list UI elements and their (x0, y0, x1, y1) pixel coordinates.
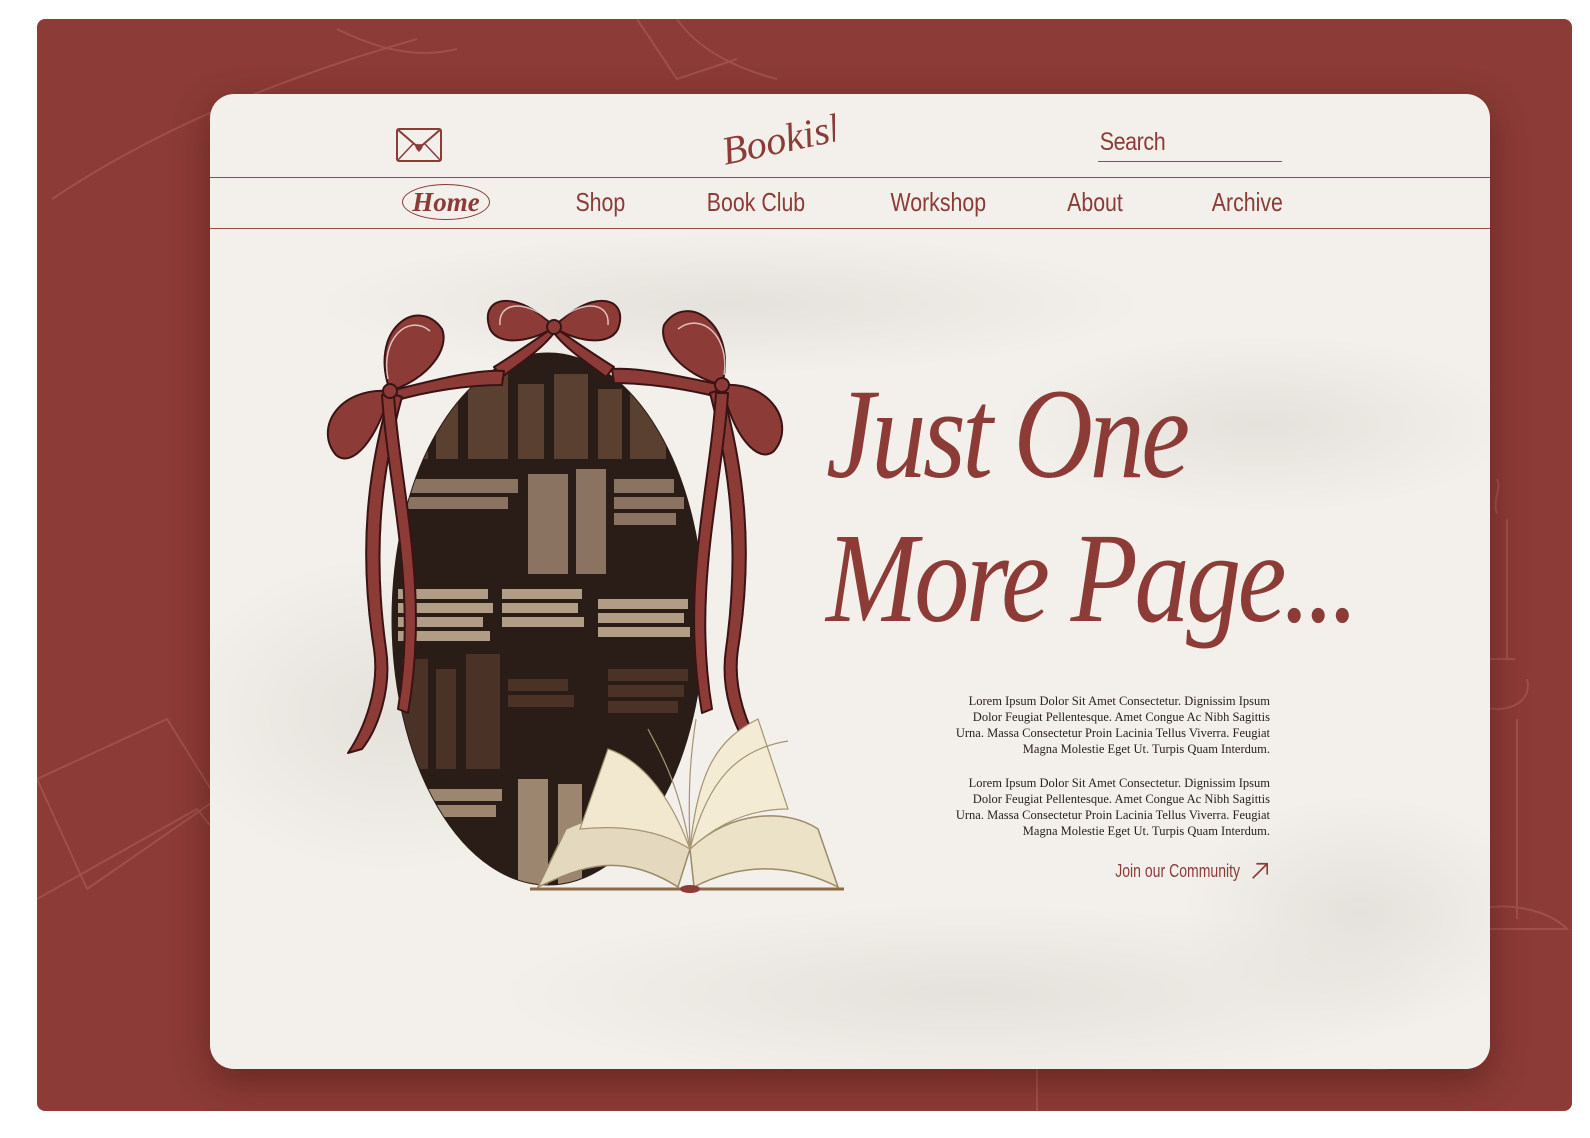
bookshelf-oval-image (392, 353, 704, 885)
nav-item-workshop[interactable]: Workshop (874, 184, 1002, 220)
nav-item-shop-label: Shop (575, 187, 625, 217)
hero-title-line-1: Just One (826, 363, 1190, 505)
mail-button[interactable] (394, 126, 444, 166)
header-bar: Bookish (210, 94, 1490, 178)
nav-item-about-label: About (1067, 187, 1123, 217)
main-nav: Home Shop Book Club Workshop About Archi… (210, 178, 1490, 229)
search-input[interactable] (1098, 124, 1283, 162)
nav-item-archive-label: Archive (1211, 187, 1283, 217)
nav-item-book-club[interactable]: Book Club (692, 184, 820, 220)
hero-title: Just One More Page... (826, 362, 1466, 650)
logo-text: Bookish (718, 110, 835, 170)
nav-item-workshop-label: Workshop (890, 187, 986, 217)
join-community-label: Join our Community (1115, 860, 1241, 881)
hero-card: Bookish Home Shop Book Club Workshop Abo… (210, 94, 1490, 1069)
join-community-link[interactable]: Join our Community (1080, 856, 1270, 886)
nav-item-shop[interactable]: Shop (555, 184, 645, 220)
nav-item-home-label: Home (412, 187, 480, 217)
nav-item-about[interactable]: About (1050, 184, 1140, 220)
nav-item-home[interactable]: Home (402, 184, 490, 220)
bookish-logo[interactable]: Bookish (715, 103, 853, 174)
hero-paragraph-1: Lorem Ipsum Dolor Sit Amet Consectetur. … (955, 694, 1270, 756)
nav-item-book-club-label: Book Club (706, 187, 806, 217)
backdrop: Bookish Home Shop Book Club Workshop Abo… (37, 19, 1572, 1111)
arrow-up-right-icon (1252, 862, 1269, 879)
envelope-heart-icon (396, 128, 442, 162)
hero-title-line-2: More Page... (826, 507, 1359, 649)
logo-wordmark: Bookish (718, 103, 853, 174)
hero-paragraph-2: Lorem Ipsum Dolor Sit Amet Consectetur. … (955, 776, 1270, 838)
nav-item-archive[interactable]: Archive (1195, 184, 1299, 220)
